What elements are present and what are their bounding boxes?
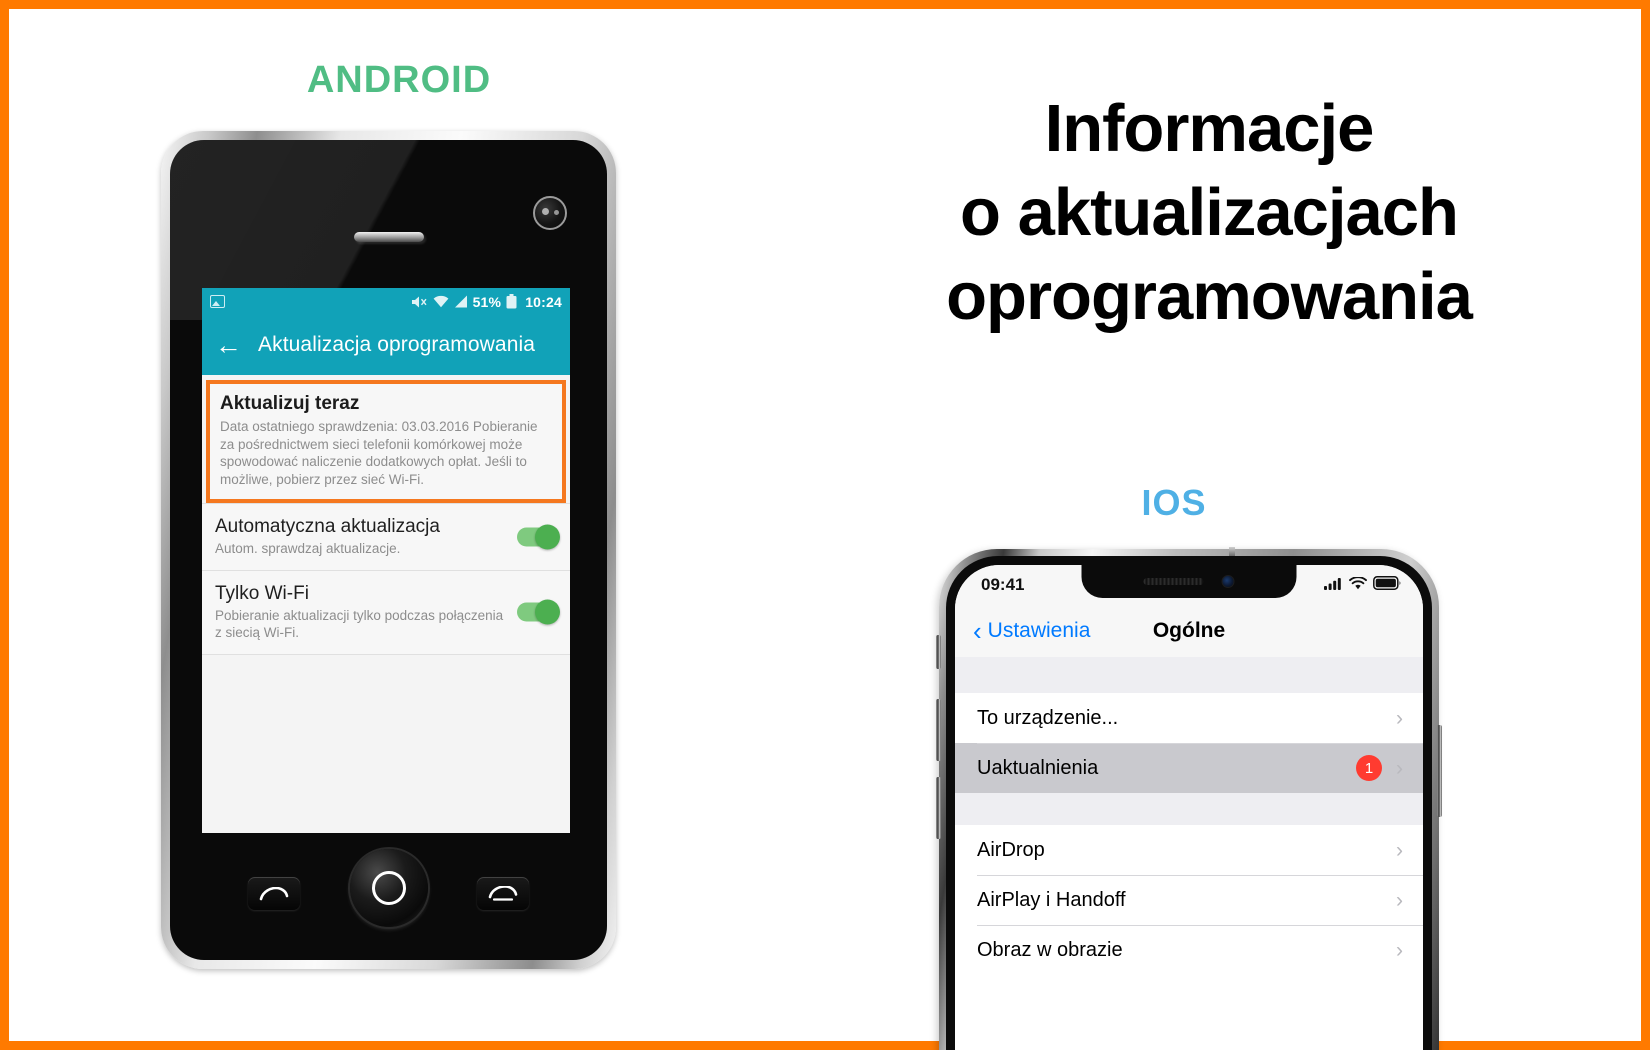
page-title-line-1: Informacje <box>1044 91 1375 166</box>
chevron-right-icon: › <box>1396 706 1403 730</box>
list-item-airplay-handoff[interactable]: AirPlay i Handoff › <box>955 875 1423 925</box>
android-clock: 10:24 <box>525 293 562 310</box>
setting-title: Automatyczna aktualizacja <box>215 516 440 538</box>
wifi-icon <box>433 295 449 308</box>
ios-platform-label: IOS <box>1141 482 1207 523</box>
android-screen-title: Aktualizacja oprogramowania <box>258 333 536 356</box>
setting-row-auto-update[interactable]: Automatyczna aktualizacja Autom. sprawdz… <box>202 503 570 570</box>
chevron-right-icon: › <box>1396 756 1403 780</box>
setting-title: Tylko Wi-Fi <box>215 582 309 604</box>
status-bar-left <box>210 295 225 308</box>
earpiece-speaker <box>1143 578 1204 585</box>
silent-switch[interactable] <box>936 635 941 669</box>
list-section-gap-2 <box>955 793 1423 825</box>
back-arrow-icon[interactable]: ← <box>215 331 242 359</box>
battery-icon <box>1373 575 1401 595</box>
android-platform-label: ANDROID <box>306 59 492 101</box>
empty-list-area <box>202 653 570 784</box>
iphone-notch <box>1081 565 1297 598</box>
status-bar-right <box>1324 575 1401 595</box>
list-item-label: AirDrop <box>977 838 1045 861</box>
chevron-left-icon: ‹ <box>973 616 982 646</box>
status-badge: 1 <box>1356 755 1382 781</box>
iphone-mockup: 09:41 ‹ Ustawienia Ogólne To urządzenie.… <box>936 547 1442 1050</box>
list-item-picture-in-picture[interactable]: Obraz w obrazie › <box>955 925 1423 975</box>
update-now-description: Data ostatniego sprawdzenia: 03.03.2016 … <box>220 419 538 487</box>
home-button[interactable] <box>349 849 428 927</box>
list-item-accessory: › <box>1396 940 1403 961</box>
setting-subtitle: Autom. sprawdzaj aktualizacje. <box>215 541 401 557</box>
signal-icon <box>1324 575 1343 595</box>
home-button-inner <box>371 871 406 905</box>
list-item-label: To urządzenie... <box>977 706 1119 729</box>
power-button[interactable] <box>1437 725 1442 817</box>
android-app-bar: ← Aktualizacja oprogramowania <box>202 315 570 375</box>
mute-icon <box>411 295 428 309</box>
list-item-accessory: › <box>1396 708 1403 729</box>
battery-percent-label: 51% <box>472 293 502 310</box>
list-item-this-device[interactable]: To urządzenie... › <box>955 693 1423 743</box>
update-now-card[interactable]: Aktualizuj teraz Data ostatniego sprawdz… <box>206 380 566 504</box>
ios-screen: 09:41 ‹ Ustawienia Ogólne To urządzenie.… <box>955 565 1423 1050</box>
android-phone-mockup: 51% 10:24 ← Aktualizacja oprogramowania <box>161 131 616 969</box>
list-item-accessory: › <box>1396 890 1403 911</box>
end-call-icon <box>488 885 518 901</box>
status-bar-right: 51% 10:24 <box>411 294 562 310</box>
front-camera-icon <box>1221 575 1235 588</box>
android-phone-body: 51% 10:24 ← Aktualizacja oprogramowania <box>170 140 607 960</box>
back-button-label: Ustawienia <box>987 619 1091 642</box>
android-status-bar: 51% 10:24 <box>202 288 570 315</box>
android-screen: 51% 10:24 ← Aktualizacja oprogramowania <box>202 288 570 833</box>
ios-clock: 09:41 <box>981 575 1025 594</box>
chevron-right-icon: › <box>1396 938 1403 962</box>
call-button[interactable] <box>248 877 300 910</box>
setting-subtitle: Pobieranie aktualizacji tylko podczas po… <box>215 607 504 641</box>
front-camera-icon <box>533 196 567 230</box>
chevron-right-icon: › <box>1396 838 1403 862</box>
auto-update-toggle[interactable] <box>517 524 560 550</box>
wifi-only-toggle[interactable] <box>517 599 560 625</box>
android-settings-list: Aktualizuj teraz Data ostatniego sprawdz… <box>202 380 570 833</box>
battery-icon <box>506 294 517 309</box>
call-icon <box>259 886 289 900</box>
list-item-accessory: › <box>1396 840 1403 861</box>
page-title: Informacje o aktualizacjach oprogramowan… <box>799 87 1619 338</box>
back-to-settings-button[interactable]: ‹ Ustawienia <box>973 618 1090 644</box>
end-call-button[interactable] <box>477 877 529 910</box>
setting-row-wifi-only[interactable]: Tylko Wi-Fi Pobieranie aktualizacji tylk… <box>202 569 570 654</box>
list-section-gap <box>955 657 1423 693</box>
page-title-line-3: oprogramowania <box>946 258 1473 334</box>
ios-settings-group-1: To urządzenie... › Uaktualnienia 1 › <box>955 693 1423 793</box>
signal-icon <box>454 295 468 308</box>
ios-nav-bar: ‹ Ustawienia Ogólne <box>955 605 1423 657</box>
list-item-label: Obraz w obrazie <box>977 938 1123 961</box>
ios-settings-group-2: AirDrop › AirPlay i Handoff › Obraz w ob… <box>955 825 1423 975</box>
wifi-icon <box>1349 575 1367 595</box>
list-item-airdrop[interactable]: AirDrop › <box>955 825 1423 875</box>
picture-icon <box>210 295 225 308</box>
earpiece-speaker <box>353 232 424 242</box>
list-item-label: AirPlay i Handoff <box>977 888 1126 911</box>
volume-down-button[interactable] <box>936 777 941 839</box>
volume-up-button[interactable] <box>936 699 941 761</box>
update-now-title: Aktualizuj teraz <box>220 393 360 414</box>
poster-canvas: ANDROID Informacje o aktualizacjach opro… <box>0 0 1650 1050</box>
page-title-line-2: o aktualizacjach <box>960 174 1459 250</box>
iphone-body: 09:41 ‹ Ustawienia Ogólne To urządzenie.… <box>946 556 1432 1050</box>
chevron-right-icon: › <box>1396 888 1403 912</box>
list-item-accessory: 1 › <box>1356 755 1403 781</box>
list-item-label: Uaktualnienia <box>977 756 1099 779</box>
list-item-updates[interactable]: Uaktualnienia 1 › <box>955 743 1423 793</box>
